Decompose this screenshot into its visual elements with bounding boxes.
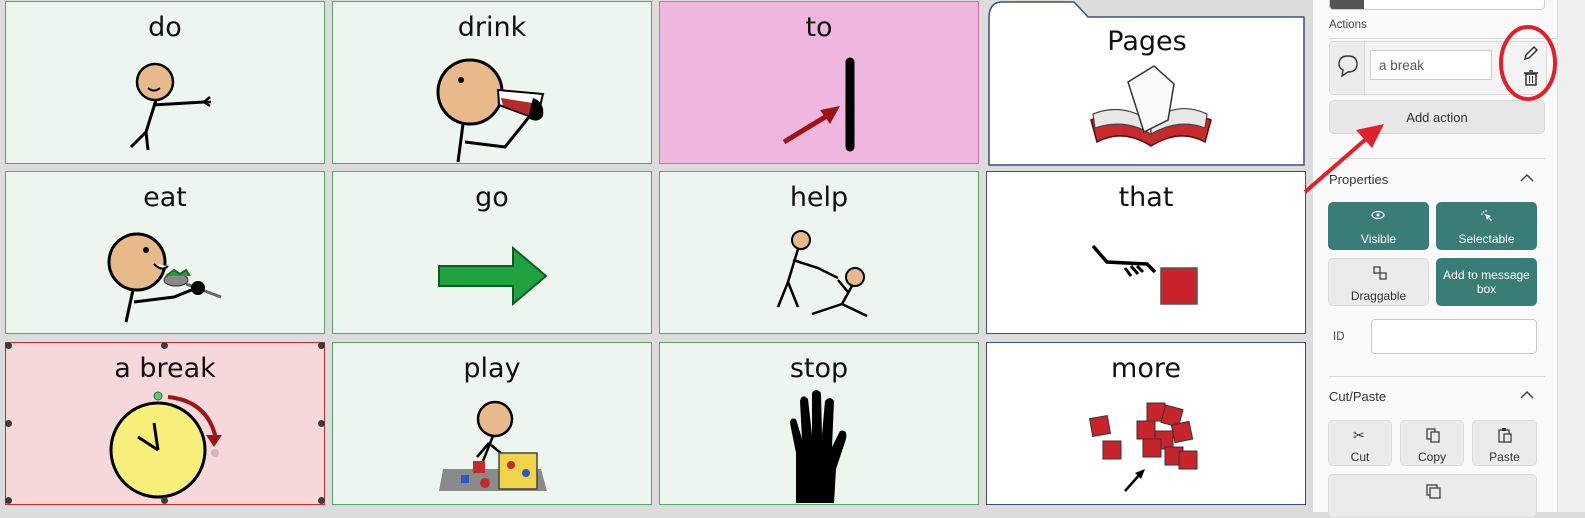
person-drinking-icon — [436, 58, 545, 163]
resize-handle-ne[interactable] — [318, 342, 325, 349]
cut-button[interactable]: ✂ Cut — [1328, 420, 1392, 466]
visible-label: Visible — [1360, 232, 1397, 246]
action-row: a break — [1329, 41, 1547, 95]
cell-to[interactable]: to — [659, 1, 979, 164]
child-playing-icon — [439, 400, 547, 491]
arrow-to-line-icon — [782, 57, 855, 152]
resize-handle-w[interactable] — [5, 420, 12, 427]
duplicate-icon — [1426, 484, 1441, 499]
stop-hand-icon — [790, 390, 847, 503]
speech-bubble-icon — [1330, 42, 1365, 94]
resize-handle-se[interactable] — [318, 497, 325, 504]
cut-label: Cut — [1350, 450, 1370, 464]
copy-label: Copy — [1417, 450, 1446, 464]
cell-help[interactable]: help — [659, 171, 979, 334]
divider — [1329, 158, 1545, 159]
paste-label: Paste — [1489, 450, 1520, 464]
id-input[interactable] — [1371, 319, 1537, 354]
duplicate-button[interactable] — [1328, 474, 1537, 518]
drag-squares-icon — [1373, 266, 1387, 280]
resize-handle-sw[interactable] — [5, 497, 12, 504]
add-to-message-box-toggle[interactable]: Add to message box — [1436, 258, 1537, 306]
cell-stop[interactable]: stop — [659, 342, 979, 505]
eye-icon — [1371, 210, 1385, 220]
scissors-icon: ✂ — [1353, 427, 1365, 443]
cell-do[interactable]: do — [5, 1, 325, 164]
cell-a-break[interactable]: a break — [5, 342, 325, 505]
edit-pencil-icon[interactable] — [1521, 44, 1541, 64]
properties-title: Properties — [1329, 172, 1389, 187]
panel-scrollbar[interactable] — [1557, 0, 1585, 512]
selectable-label: Selectable — [1458, 232, 1515, 246]
visible-toggle[interactable]: Visible — [1328, 202, 1429, 250]
top-partial-control[interactable] — [1329, 0, 1545, 10]
divider — [1329, 376, 1545, 377]
chevron-up-icon[interactable] — [1519, 170, 1535, 186]
resize-handle-e[interactable] — [318, 420, 325, 427]
selectable-toggle[interactable]: Selectable — [1436, 202, 1537, 250]
divider — [1329, 38, 1557, 39]
resize-handle-s[interactable] — [161, 497, 168, 504]
top-partial-button[interactable] — [1330, 0, 1364, 9]
more-squares-icon — [1088, 402, 1198, 492]
person-pointing-icon — [129, 62, 211, 151]
cell-that[interactable]: that — [986, 171, 1306, 334]
cell-more[interactable]: more — [986, 342, 1306, 505]
delete-trash-icon[interactable] — [1521, 68, 1541, 88]
draggable-toggle[interactable]: Draggable — [1328, 258, 1429, 306]
person-helping-icon — [776, 230, 868, 318]
resize-handle-n[interactable] — [161, 342, 168, 349]
cutpaste-title: Cut/Paste — [1329, 389, 1387, 404]
id-label: ID — [1333, 331, 1345, 343]
timer-clock-icon — [109, 391, 222, 499]
add-action-label: Add action — [1406, 110, 1468, 125]
cell-eat[interactable]: eat — [5, 171, 325, 334]
add-to-message-box-label: Add to message box — [1443, 268, 1530, 296]
person-eating-icon — [107, 232, 222, 323]
cell-pages[interactable]: Pages — [988, 0, 1306, 166]
cell-play[interactable]: play — [332, 342, 652, 505]
pointing-at-square-icon — [1091, 244, 1198, 305]
properties-panel: Actions a break Add action Properties Vi… — [1313, 0, 1557, 518]
cell-go[interactable]: go — [332, 171, 652, 334]
green-arrow-right-icon — [438, 245, 548, 307]
copy-icon — [1426, 428, 1440, 443]
symbol-grid: do drink to Pages eat go help that a bre… — [0, 0, 1313, 512]
add-action-button[interactable]: Add action — [1329, 100, 1545, 134]
paste-clipboard-icon — [1498, 428, 1512, 443]
open-book-icon — [1090, 65, 1212, 147]
cursor-click-icon — [1481, 210, 1492, 221]
actions-label: Actions — [1329, 19, 1367, 31]
action-value-field[interactable]: a break — [1370, 50, 1492, 80]
paste-button[interactable]: Paste — [1472, 420, 1537, 466]
chevron-up-icon[interactable] — [1519, 387, 1535, 403]
resize-handle-nw[interactable] — [5, 342, 12, 349]
draggable-label: Draggable — [1350, 289, 1407, 303]
copy-button[interactable]: Copy — [1400, 420, 1464, 466]
cell-drink[interactable]: drink — [332, 1, 652, 164]
